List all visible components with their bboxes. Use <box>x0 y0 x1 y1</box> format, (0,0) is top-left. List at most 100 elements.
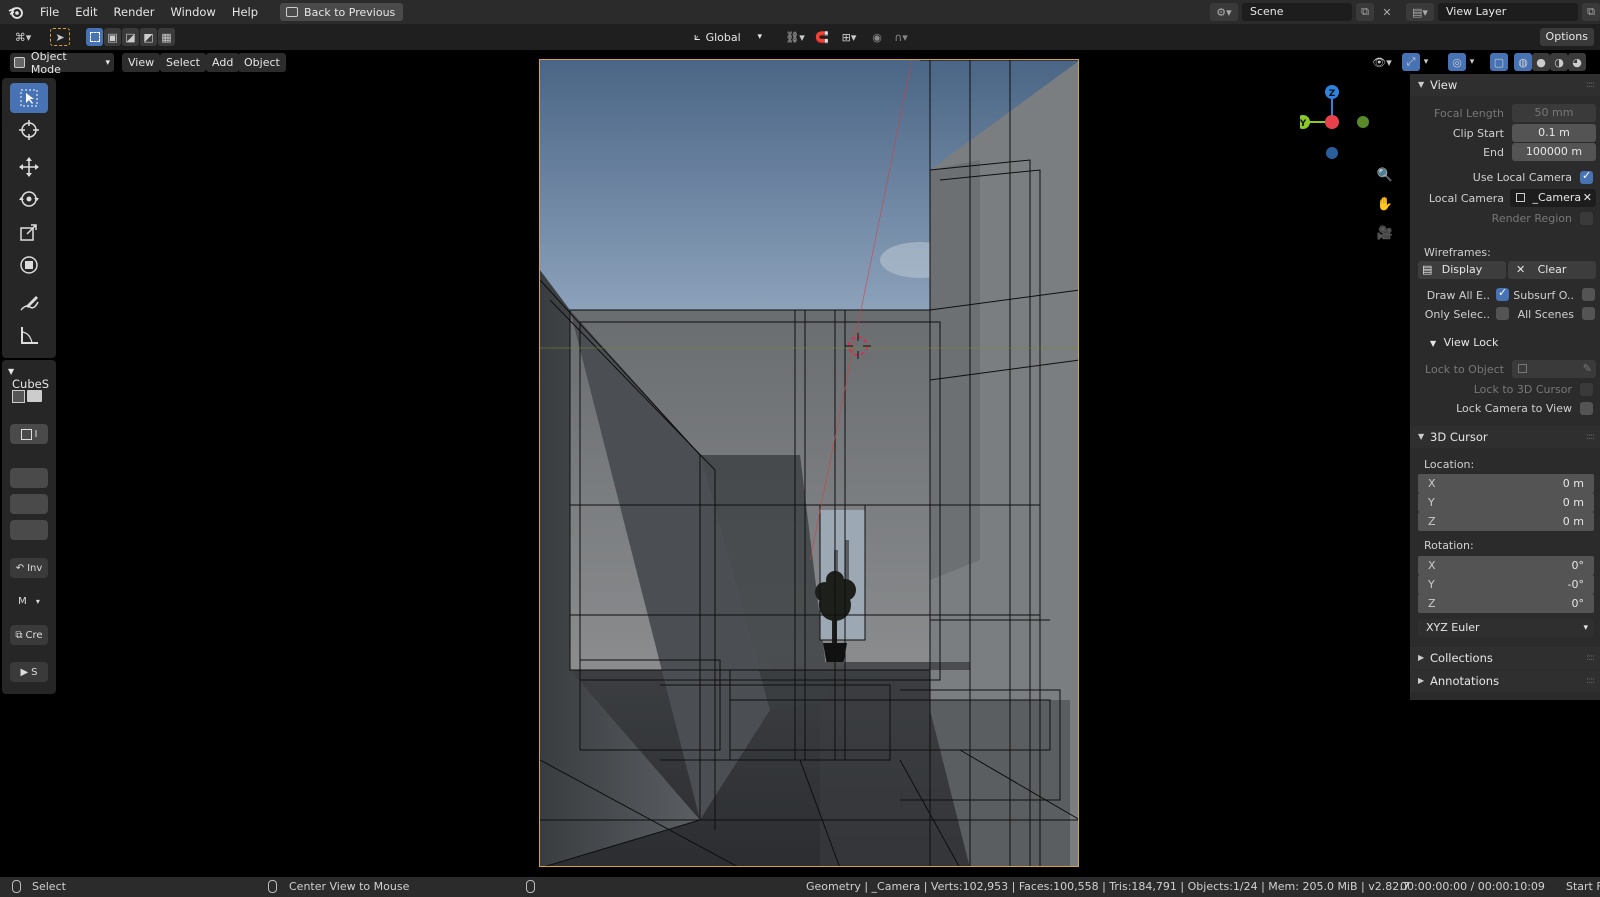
pan-hand-icon[interactable]: ✋ <box>1374 193 1396 215</box>
shading-solid-icon[interactable]: ● <box>1532 53 1550 71</box>
delete-scene-icon[interactable]: ✕ <box>1378 3 1396 21</box>
drag-grip-icon[interactable]: :::: <box>1586 647 1595 669</box>
object-mode-dropdown[interactable]: Object Mode ▾ <box>10 50 114 76</box>
cursor-location-y[interactable]: Y 0 m <box>1418 493 1594 512</box>
measure-tool[interactable] <box>10 320 48 350</box>
lock-to-cursor-checkbox[interactable] <box>1580 383 1593 396</box>
local-camera-field[interactable]: _Camera ✕ <box>1510 189 1596 207</box>
menu-render[interactable]: Render <box>106 0 163 24</box>
neg-y-axis-handle[interactable] <box>1357 116 1369 128</box>
cursor-location-z[interactable]: Z 0 m <box>1418 512 1594 531</box>
proportional-editing-icon[interactable]: ◉ <box>868 28 886 46</box>
snap-target-icon[interactable]: ⊞▾ <box>836 28 862 46</box>
options-button[interactable]: Options <box>1539 28 1594 46</box>
move-tool[interactable] <box>10 152 48 182</box>
back-to-previous-button[interactable]: Back to Previous <box>280 3 404 21</box>
focal-length-field[interactable]: 50 mm <box>1512 104 1596 122</box>
panel-slot-1[interactable] <box>10 468 48 488</box>
falloff-icon[interactable]: ∩▾ <box>888 28 914 46</box>
menu-edit[interactable]: Edit <box>67 0 105 24</box>
rotate-tool[interactable] <box>10 184 48 214</box>
viewport-menu-select[interactable]: Select <box>160 53 206 72</box>
annotate-tool[interactable] <box>10 288 48 318</box>
cursor-tool[interactable] <box>10 115 48 145</box>
drag-grip-icon[interactable]: :::: <box>1586 426 1595 448</box>
transform-tool[interactable] <box>10 250 48 280</box>
new-view-layer-icon[interactable]: ⧉ <box>1582 3 1600 21</box>
select-mode-new-icon[interactable] <box>86 28 103 46</box>
scene-type-icon[interactable]: ⚙▾ <box>1210 3 1238 21</box>
shading-material-icon[interactable]: ◑ <box>1550 53 1568 71</box>
render-region-checkbox[interactable] <box>1580 212 1593 225</box>
menu-window[interactable]: Window <box>162 0 223 24</box>
panel-slot-2[interactable] <box>10 494 48 514</box>
wireframe-display-button[interactable]: ▤ Display <box>1418 261 1506 279</box>
viewport-menu-view[interactable]: View <box>122 53 161 72</box>
subsurf-checkbox[interactable] <box>1582 288 1595 301</box>
editor-type-icon[interactable]: ⌘▾ <box>8 28 38 46</box>
clip-start-field[interactable]: 0.1 m <box>1512 124 1596 142</box>
clip-end-field[interactable]: 100000 m <box>1512 143 1596 161</box>
image-button[interactable]: I <box>10 424 48 444</box>
select-mode-subtract-icon[interactable]: ◪ <box>122 28 139 46</box>
select-mode-difference-icon[interactable]: ◩ <box>140 28 157 46</box>
panel-header[interactable]: ▼ CubeS <box>8 363 56 391</box>
zoom-icon[interactable]: 🔍 <box>1374 164 1396 186</box>
wireframe-clear-button[interactable]: ✕ Clear <box>1508 261 1596 279</box>
pivot-point-icon[interactable]: ⛓▾ <box>782 28 808 46</box>
menu-help[interactable]: Help <box>224 0 266 24</box>
draw-all-edges-checkbox[interactable] <box>1496 286 1509 301</box>
image-folder-icon[interactable] <box>12 390 44 406</box>
scene-field[interactable]: Scene <box>1242 3 1352 21</box>
new-scene-icon[interactable]: ⧉ <box>1356 3 1374 21</box>
select-mode-intersect-icon[interactable]: ▦ <box>158 28 175 46</box>
cursor-rotation-x[interactable]: X 0° <box>1418 556 1594 575</box>
only-selected-checkbox[interactable] <box>1496 307 1509 320</box>
cursor-location-x[interactable]: X 0 m <box>1418 474 1594 493</box>
create-button[interactable]: ⧉ Cre <box>10 625 48 645</box>
transform-orientation-dropdown[interactable]: ⟀ Global ▾ <box>690 28 766 46</box>
select-mode-extend-icon[interactable]: ▣ <box>104 28 121 46</box>
x-axis-handle[interactable] <box>1325 115 1339 129</box>
invert-button[interactable]: ↶ Inv <box>10 558 48 578</box>
select-box-tool-icon[interactable]: ➤ <box>50 28 70 46</box>
overlays-dropdown-icon[interactable]: ▾ <box>1466 53 1478 71</box>
cursor-panel-header[interactable]: ▼ 3D Cursor :::: <box>1410 426 1600 448</box>
viewport-menu-object[interactable]: Object <box>238 53 286 72</box>
neg-z-axis-handle[interactable] <box>1326 147 1338 159</box>
cursor-rotation-y[interactable]: Y -0° <box>1418 575 1594 594</box>
view-layer-type-icon[interactable]: ▤▾ <box>1406 3 1434 21</box>
play-button[interactable]: ▶ S <box>10 662 48 682</box>
gizmo-toggle-icon[interactable]: ⤢ <box>1402 53 1420 71</box>
eyedropper-icon[interactable]: ✎ <box>1583 360 1592 378</box>
lock-to-object-field[interactable]: ✎ <box>1512 360 1596 378</box>
select-box-tool[interactable] <box>10 83 48 113</box>
rotation-mode-dropdown[interactable]: XYZ Euler ▾ <box>1418 619 1594 637</box>
overlays-toggle-icon[interactable]: ◎ <box>1448 53 1466 71</box>
collections-panel-header[interactable]: ▶ Collections :::: <box>1410 647 1600 669</box>
view-panel-header[interactable]: ▼ View :::: <box>1410 74 1600 96</box>
clear-camera-icon[interactable]: ✕ <box>1583 189 1592 207</box>
annotations-panel-header[interactable]: ▶ Annotations :::: <box>1410 670 1600 692</box>
xray-toggle-icon[interactable]: ▢ <box>1490 53 1508 71</box>
cursor-rotation-z[interactable]: Z 0° <box>1418 594 1594 613</box>
drag-grip-icon[interactable]: :::: <box>1586 670 1595 692</box>
view-layer-field[interactable]: View Layer <box>1438 3 1578 21</box>
blender-logo-icon[interactable] <box>0 0 32 24</box>
all-scenes-checkbox[interactable] <box>1582 307 1595 320</box>
drag-grip-icon[interactable]: :::: <box>1586 74 1595 96</box>
panel-slot-3[interactable] <box>10 520 48 540</box>
menu-file[interactable]: File <box>32 0 67 24</box>
navigation-gizmo[interactable]: Z Y <box>1300 82 1390 162</box>
lock-camera-checkbox[interactable] <box>1580 402 1593 415</box>
camera-view-icon[interactable]: 🎥 <box>1374 222 1396 244</box>
visibility-eye-icon[interactable]: 👁▾ <box>1368 53 1396 71</box>
gizmo-dropdown-icon[interactable]: ▾ <box>1420 53 1432 71</box>
view-lock-header[interactable]: ▼ View Lock <box>1430 336 1498 349</box>
viewport-menu-add[interactable]: Add <box>206 53 240 72</box>
shading-wireframe-icon[interactable]: ◍ <box>1514 53 1532 71</box>
scale-tool[interactable] <box>10 217 48 247</box>
use-local-camera-checkbox[interactable] <box>1580 169 1593 184</box>
shading-rendered-icon[interactable]: ◕ <box>1568 53 1586 71</box>
mode-dropdown[interactable]: M ▾ <box>10 591 48 611</box>
